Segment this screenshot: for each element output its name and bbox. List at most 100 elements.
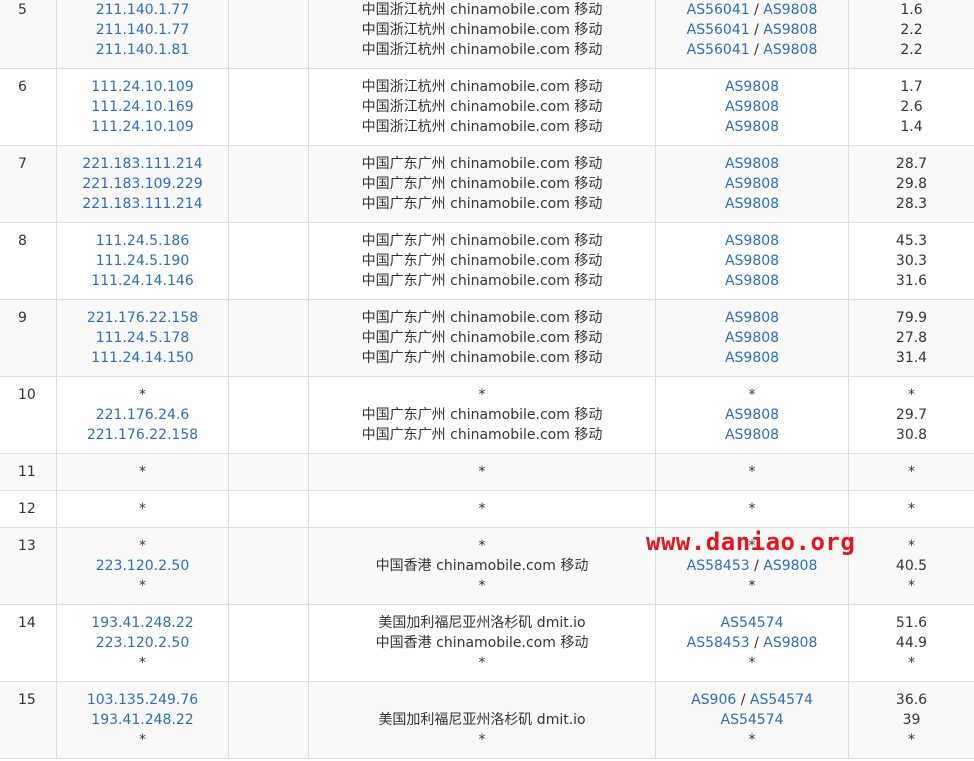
as-cell: AS906 / AS54574 AS54574 * [655,682,848,758]
ip-link[interactable]: 111.24.14.146 [91,273,193,289]
hop-number: 9 [18,310,27,326]
as-line: AS9808 [656,328,848,348]
as-separator: / [749,42,764,58]
ip-link[interactable]: 211.140.1.77 [96,2,190,18]
as-line: * [656,576,848,596]
as-link[interactable]: AS56041 [687,2,750,18]
location-text: 中国广东广州 chinamobile.com 移动 [361,233,603,249]
as-line: AS9808 [656,425,848,445]
location-line: 中国香港 chinamobile.com 移动 [309,633,655,653]
timeout-star: * [748,501,756,517]
ip-link[interactable]: 193.41.248.22 [91,712,193,728]
as-link[interactable]: AS9808 [725,407,779,423]
latency-line: 28.3 [849,194,974,214]
as-link[interactable]: AS9808 [725,350,779,366]
hostname-cell [228,69,308,145]
latency-cell: * 40.5 * [848,528,974,604]
latency-line: 29.7 [849,405,974,425]
location-line: * [309,499,655,519]
as-link[interactable]: AS9808 [725,196,779,212]
as-link[interactable]: AS9808 [725,273,779,289]
as-link[interactable]: AS54574 [721,712,784,728]
ip-link[interactable]: 111.24.5.186 [96,233,190,249]
ip-list: * [57,499,228,519]
latency-list: 45.3 30.3 31.6 [849,231,974,291]
as-link[interactable]: AS9808 [763,42,817,58]
as-link[interactable]: AS9808 [725,99,779,115]
ip-link[interactable]: 111.24.14.150 [91,350,193,366]
ip-link[interactable]: 111.24.10.109 [91,79,193,95]
latency-list: 1.7 2.6 1.4 [849,77,974,137]
watermark: www.daniao.org [646,528,856,556]
as-link[interactable]: AS906 [691,692,736,708]
ip-line: 111.24.5.190 [57,251,228,271]
hop-number: 14 [18,615,36,631]
ip-link[interactable]: 111.24.10.109 [91,119,193,135]
latency-value: * [908,578,915,594]
location-text: * [478,387,486,403]
hop-cell: 15 [0,682,56,758]
as-line: AS9808 [656,251,848,271]
ip-link[interactable]: 221.183.111.214 [82,196,202,212]
as-link[interactable]: AS56041 [687,22,750,38]
ip-link[interactable]: 221.176.24.6 [96,407,190,423]
ip-link[interactable]: 221.176.22.158 [87,310,198,326]
ip-link[interactable]: 211.140.1.81 [96,42,190,58]
as-link[interactable]: AS58453 [687,635,750,651]
ip-line: * [57,499,228,519]
ip-link[interactable]: 221.176.22.158 [87,427,198,443]
as-link[interactable]: AS9808 [763,22,817,38]
as-link[interactable]: AS58453 [687,558,750,574]
latency-value: 44.9 [895,635,928,651]
ip-line: 111.24.14.146 [57,271,228,291]
ip-link[interactable]: 221.183.109.229 [82,176,202,192]
as-link[interactable]: AS9808 [725,310,779,326]
ip-link[interactable]: 193.41.248.22 [91,615,193,631]
ip-link[interactable]: 111.24.5.190 [96,253,190,269]
as-line: * [656,653,848,673]
as-link[interactable]: AS56041 [687,42,750,58]
ip-list: 221.176.22.158 111.24.5.178 111.24.14.150 [57,308,228,368]
location-text: 中国广东广州 chinamobile.com 移动 [361,253,603,269]
hop-cell: 10 [0,377,56,453]
as-link[interactable]: AS54574 [721,615,784,631]
as-link[interactable]: AS9808 [725,233,779,249]
as-link[interactable]: AS54574 [750,692,813,708]
as-list: * [656,462,848,482]
hop-cell: 7 [0,146,56,222]
as-link[interactable]: AS9808 [725,119,779,135]
as-line: AS9808 [656,194,848,214]
ip-link[interactable]: 223.120.2.50 [96,558,190,574]
ip-link[interactable]: 223.120.2.50 [96,635,190,651]
as-link[interactable]: AS9808 [725,176,779,192]
latency-line: 1.7 [849,77,974,97]
location-text: 中国浙江杭州 chinamobile.com 移动 [361,119,603,135]
as-link[interactable]: AS9808 [725,427,779,443]
timeout-star: * [139,732,146,748]
as-link[interactable]: AS9808 [725,330,779,346]
timeout-star: * [748,655,756,671]
location-line: 中国广东广州 chinamobile.com 移动 [309,231,655,251]
latency-line: 28.7 [849,154,974,174]
as-cell: AS56041 / AS9808 AS56041 / AS9808 AS56041 … [655,0,848,68]
hop-number: 8 [18,233,27,249]
ip-line: 221.176.22.158 [57,425,228,445]
ip-line: 221.183.109.229 [57,174,228,194]
ip-link[interactable]: 111.24.5.178 [96,330,190,346]
ip-line: 211.140.1.81 [57,40,228,60]
as-link[interactable]: AS9808 [725,79,779,95]
ip-link[interactable]: 111.24.10.169 [91,99,193,115]
as-link[interactable]: AS9808 [763,2,817,18]
ip-link[interactable]: 221.183.111.214 [82,156,202,172]
as-list: AS56041 / AS9808 AS56041 / AS9808 AS56041 … [656,0,848,60]
as-link[interactable]: AS9808 [725,156,779,172]
as-link[interactable]: AS9808 [725,253,779,269]
timeout-star: * [748,464,756,480]
latency-line: 2.2 [849,40,974,60]
hop-number: 10 [18,387,36,403]
ip-link[interactable]: 211.140.1.77 [96,22,190,38]
ip-link[interactable]: 103.135.249.76 [87,692,198,708]
as-link[interactable]: AS9808 [763,635,817,651]
ip-list: 221.183.111.214 221.183.109.229 221.183.11… [57,154,228,214]
as-link[interactable]: AS9808 [763,558,817,574]
